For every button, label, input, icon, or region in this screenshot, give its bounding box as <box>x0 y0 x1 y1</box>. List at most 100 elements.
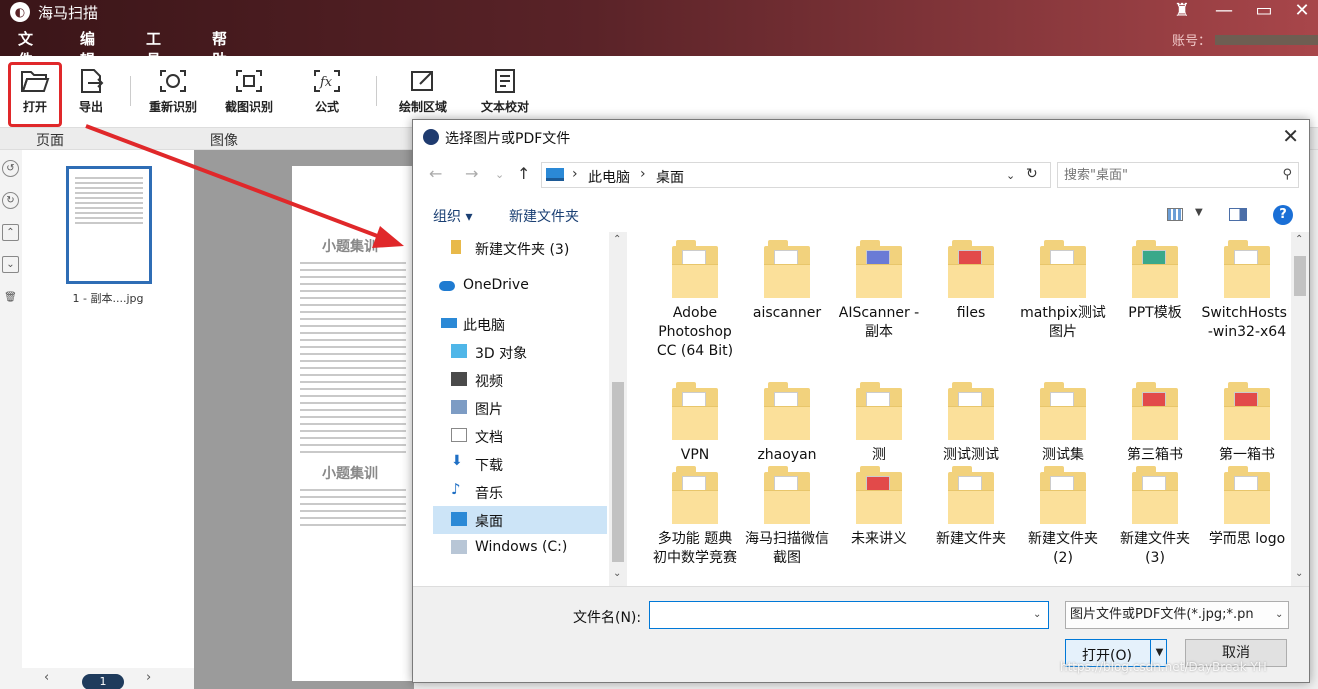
doc-section-heading: 小题集训 <box>322 239 378 255</box>
file-item[interactable]: 多功能 题典 初中数学竞赛 <box>649 466 741 568</box>
refresh-icon[interactable]: ↻ <box>1026 166 1038 182</box>
app-title: 海马扫描 <box>38 4 99 22</box>
chevron-down-icon[interactable]: ⌄ <box>1033 609 1041 620</box>
grid-scroll-thumb[interactable] <box>1294 256 1306 296</box>
rotate-left-icon[interactable]: ↺ <box>2 160 19 177</box>
file-item[interactable]: files <box>925 240 1017 323</box>
scroll-down-icon[interactable]: ⌄ <box>613 568 621 579</box>
file-item[interactable]: 未来讲义 <box>833 466 925 549</box>
minimize-icon[interactable]: — <box>1206 0 1242 24</box>
scroll-up-icon[interactable]: ⌃ <box>1295 234 1303 245</box>
document-icon <box>451 428 467 442</box>
file-item[interactable]: 海马扫描微信截图 <box>741 466 833 568</box>
folder-icon <box>1224 240 1270 298</box>
tree-item-windows-c[interactable]: Windows (C:) <box>433 534 607 562</box>
file-item[interactable]: aiscanner <box>741 240 833 323</box>
export-button[interactable]: 导出 <box>58 62 124 124</box>
file-item[interactable]: 新建文件夹 <box>925 466 1017 549</box>
filename-input[interactable] <box>649 601 1049 629</box>
organize-button[interactable]: 组织 ▾ <box>433 206 472 226</box>
trash-icon[interactable]: 🗑 <box>2 290 19 307</box>
file-item[interactable]: mathpix测试图片 <box>1017 240 1109 342</box>
file-item[interactable]: Adobe Photoshop CC (64 Bit) <box>649 240 741 361</box>
draw-region-label: 绘制区域 <box>398 100 447 114</box>
tree-item-videos[interactable]: 视频 <box>433 366 607 394</box>
file-name: VPN <box>680 447 710 463</box>
folder-icon <box>948 240 994 298</box>
folder-icon <box>1224 382 1270 440</box>
folder-icon <box>948 466 994 524</box>
file-item[interactable]: 测试集 <box>1017 382 1109 465</box>
tree-item-3d-objects[interactable]: 3D 对象 <box>433 338 607 366</box>
next-page-icon[interactable]: › <box>146 670 151 685</box>
recent-dropdown-icon[interactable]: ⌄ <box>495 168 504 181</box>
pages-pane-title: 页面 <box>36 133 64 149</box>
file-item[interactable]: 测 <box>833 382 925 465</box>
close-icon[interactable]: ✕ <box>1284 0 1318 24</box>
tree-item-pictures[interactable]: 图片 <box>433 394 607 422</box>
chevron-down-icon[interactable]: ⌄ <box>1006 169 1015 182</box>
screenshot-ocr-label: 截图识别 <box>224 100 273 114</box>
file-item[interactable]: 新建文件夹 (3) <box>1109 466 1201 568</box>
file-name: 第一箱书 <box>1219 447 1275 463</box>
search-input[interactable] <box>1064 166 1264 184</box>
tree-item-downloads[interactable]: ⬇ 下载 <box>433 450 607 478</box>
tree-scrollbar[interactable]: ⌃ ⌄ <box>609 232 627 586</box>
file-item[interactable]: 测试测试 <box>925 382 1017 465</box>
file-item[interactable]: zhaoyan <box>741 382 833 465</box>
tree-scroll-thumb[interactable] <box>612 382 624 562</box>
chevron-down-icon[interactable]: ⌄ <box>1275 609 1283 620</box>
breadcrumb-desktop[interactable]: 桌面 <box>656 167 684 187</box>
rotate-right-icon[interactable]: ↻ <box>2 192 19 209</box>
tree-item-label: Windows (C:) <box>475 539 568 555</box>
forward-icon[interactable]: → <box>465 164 478 183</box>
shirt-icon[interactable]: ♜ <box>1164 0 1200 24</box>
up-icon[interactable]: ↑ <box>517 164 530 183</box>
folder-icon <box>856 240 902 298</box>
breadcrumb-this-pc[interactable]: 此电脑 <box>588 167 630 187</box>
view-mode-icon[interactable] <box>1167 208 1183 221</box>
file-item[interactable]: 新建文件夹 (2) <box>1017 466 1109 568</box>
search-icon[interactable]: ⚲ <box>1282 167 1292 182</box>
file-item[interactable]: AIScanner - 副本 <box>833 240 925 342</box>
tree-item-this-pc[interactable]: 此电脑 <box>433 310 607 338</box>
file-grid-scrollbar[interactable]: ⌃ ⌄ <box>1291 232 1309 586</box>
back-icon[interactable]: ← <box>429 164 442 183</box>
draw-region-button[interactable]: 绘制区域 <box>390 62 456 124</box>
tree-item-onedrive[interactable]: OneDrive <box>433 272 607 300</box>
file-item[interactable]: 第一箱书 <box>1201 382 1289 465</box>
reocr-button[interactable]: 重新识别 <box>140 62 206 124</box>
tree-item-desktop[interactable]: 桌面 <box>433 506 607 534</box>
move-down-icon[interactable]: ⌄ <box>2 256 19 273</box>
file-item[interactable]: SwitchHosts!-win32-x64 <box>1201 240 1289 342</box>
formula-label: 公式 <box>314 100 339 114</box>
file-item[interactable]: PPT模板 <box>1109 240 1201 323</box>
new-folder-button[interactable]: 新建文件夹 <box>509 206 579 226</box>
navigation-tree: 新建文件夹 (3) OneDrive 此电脑 3D 对象 视频 图片 文档 ⬇ <box>413 232 627 586</box>
tree-item-label: 新建文件夹 (3) <box>475 242 570 258</box>
screenshot-ocr-button[interactable]: 截图识别 <box>216 62 282 124</box>
view-dropdown-icon[interactable]: ▼ <box>1195 207 1203 218</box>
proofread-button[interactable]: 文本校对 <box>472 62 538 124</box>
file-item[interactable]: VPN <box>649 382 741 465</box>
tree-item-documents[interactable]: 文档 <box>433 422 607 450</box>
file-item[interactable]: 学而思 logo <box>1201 466 1289 549</box>
file-item[interactable]: 第三箱书 <box>1109 382 1201 465</box>
scroll-up-icon[interactable]: ⌃ <box>613 234 621 245</box>
export-label: 导出 <box>78 100 103 114</box>
move-up-icon[interactable]: ⌃ <box>2 224 19 241</box>
address-bar[interactable]: › 此电脑 › 桌面 ⌄ ↻ <box>541 162 1051 188</box>
tree-item-new-folder-3[interactable]: 新建文件夹 (3) <box>433 234 607 262</box>
file-type-select[interactable]: 图片文件或PDF文件(*.jpg;*.pn <box>1065 601 1289 629</box>
prev-page-icon[interactable]: ‹ <box>44 670 49 685</box>
dialog-close-icon[interactable]: ✕ <box>1282 124 1299 148</box>
tree-item-music[interactable]: ♪ 音乐 <box>433 478 607 506</box>
formula-button[interactable]: fx 公式 <box>294 62 360 124</box>
maximize-icon[interactable]: ▭ <box>1246 0 1282 24</box>
scroll-down-icon[interactable]: ⌄ <box>1295 568 1303 579</box>
crop-icon <box>236 70 262 92</box>
preview-pane-icon[interactable] <box>1229 208 1247 221</box>
page-thumbnail[interactable] <box>66 166 152 284</box>
help-icon[interactable]: ? <box>1273 205 1293 225</box>
chevron-right-icon: › <box>640 166 646 182</box>
